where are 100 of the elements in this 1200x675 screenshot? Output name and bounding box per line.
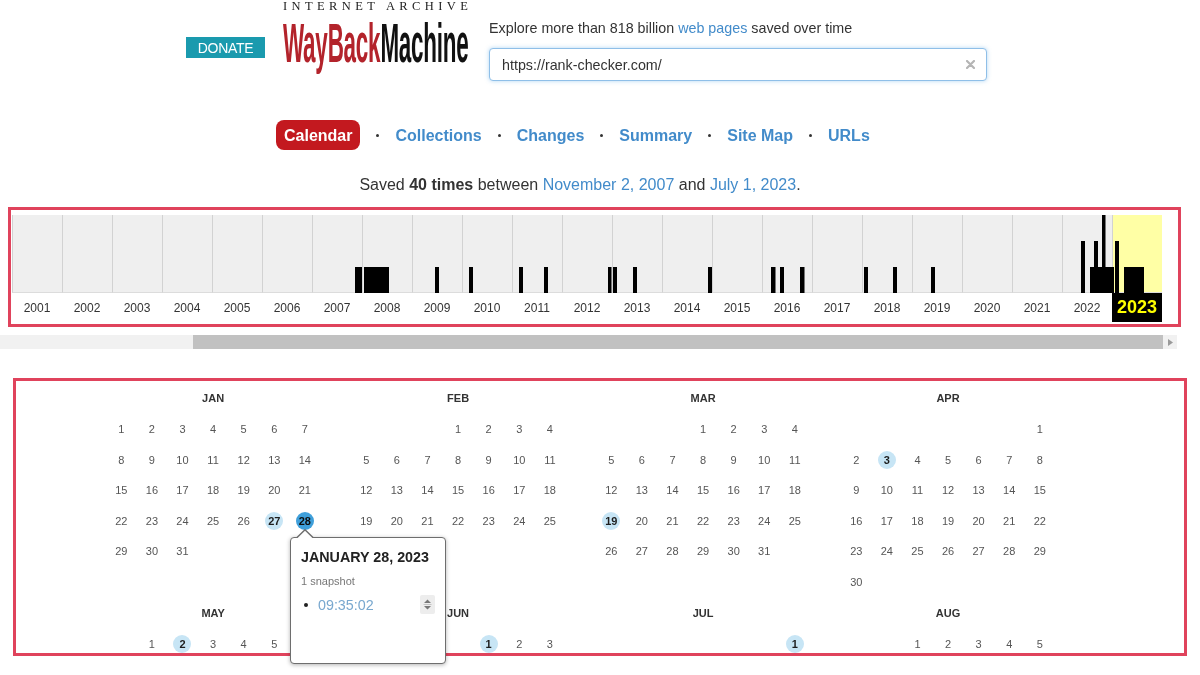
year-label[interactable]: 2022 bbox=[1073, 300, 1101, 315]
calendar-day: 6 bbox=[632, 450, 651, 469]
internet-archive-wordmark: INTERNET ARCHIVE bbox=[283, 0, 473, 12]
calendar-day: 2 bbox=[510, 635, 529, 653]
calendar-day: 23 bbox=[724, 511, 743, 530]
calendar-day: 3 bbox=[969, 635, 988, 653]
year-label[interactable]: 2010 bbox=[473, 300, 501, 315]
calendar-day: 29 bbox=[112, 542, 131, 560]
capture-summary: Saved 40 times between November 2, 2007 and July 1, 2023. bbox=[359, 176, 801, 194]
month-name: JUN bbox=[447, 607, 470, 619]
calendar-day: 4 bbox=[908, 450, 927, 469]
wayback-machine-logo[interactable]: WayBackMachine bbox=[283, 10, 469, 76]
scroll-right-arrow-icon[interactable] bbox=[1167, 338, 1173, 346]
calendar-day: 11 bbox=[785, 450, 804, 469]
calendar-day: 26 bbox=[602, 542, 621, 560]
calendar-day: 25 bbox=[785, 511, 804, 530]
scroll-arrows-icon[interactable] bbox=[420, 595, 435, 614]
calendar-day: 1 bbox=[449, 420, 468, 438]
calendar-day[interactable]: 19 bbox=[602, 511, 621, 530]
calendar-day: 8 bbox=[449, 450, 468, 469]
calendar-day: 1 bbox=[1030, 420, 1049, 438]
calendar-day: 19 bbox=[357, 511, 376, 530]
year-label[interactable]: 2014 bbox=[673, 300, 701, 315]
nav-tab[interactable]: Calendar bbox=[276, 120, 361, 150]
year-label[interactable]: 2008 bbox=[373, 300, 401, 315]
nav-tab[interactable]: URLs bbox=[828, 125, 870, 145]
calendar-day: 1 bbox=[694, 420, 713, 438]
year-label[interactable]: 2019 bbox=[923, 300, 951, 315]
year-label[interactable]: 2018 bbox=[873, 300, 901, 315]
year-label[interactable]: 2011 bbox=[524, 300, 550, 315]
calendar-day: 21 bbox=[295, 481, 314, 499]
calendar-day[interactable]: 1 bbox=[785, 635, 804, 653]
calendar-day[interactable]: 1 bbox=[479, 635, 498, 653]
tooltip-date: JANUARY 28, 2023 bbox=[301, 548, 430, 566]
calendar-day: 5 bbox=[234, 420, 253, 438]
year-label[interactable]: 2007 bbox=[323, 300, 351, 315]
calendar-day: 13 bbox=[265, 450, 284, 469]
capture-date-link[interactable]: July 1, 2023 bbox=[709, 176, 797, 193]
calendar-day: 13 bbox=[632, 481, 651, 499]
calendar-day: 13 bbox=[387, 481, 406, 499]
calendar-day: 20 bbox=[265, 481, 284, 499]
horizontal-scrollbar[interactable] bbox=[0, 335, 1177, 349]
year-label[interactable]: 2006 bbox=[273, 300, 301, 315]
calendar-day[interactable]: 2 bbox=[173, 635, 192, 653]
month-name: JAN bbox=[202, 392, 225, 404]
year-label[interactable]: 2013 bbox=[623, 300, 651, 315]
calendar-day: 17 bbox=[877, 511, 896, 530]
calendar-day: 3 bbox=[540, 635, 559, 653]
calendar-day: 2 bbox=[142, 420, 161, 438]
year-label[interactable]: 2002 bbox=[73, 300, 101, 315]
nav-tab[interactable]: Collections bbox=[395, 125, 482, 145]
nav-tab[interactable]: Summary bbox=[619, 125, 693, 145]
calendar-day: 14 bbox=[1000, 481, 1019, 499]
calendar-day: 4 bbox=[785, 420, 804, 438]
calendar-day: 22 bbox=[694, 511, 713, 530]
calendar-day: 9 bbox=[724, 450, 743, 469]
calendar-day: 25 bbox=[204, 511, 223, 530]
calendar-day: 14 bbox=[663, 481, 682, 499]
calendar-day: 10 bbox=[755, 450, 774, 469]
calendar-day: 31 bbox=[173, 542, 192, 560]
tagline-text: Explore more than 818 billion web pages saved over time bbox=[489, 19, 853, 37]
url-input[interactable]: https://rank-checker.com/ bbox=[489, 48, 987, 81]
nav-tab[interactable]: Changes bbox=[516, 125, 585, 145]
year-label[interactable]: 2021 bbox=[1023, 300, 1051, 315]
calendar-day: 3 bbox=[510, 420, 529, 438]
nav-tab[interactable]: Site Map bbox=[727, 125, 793, 145]
calendar-day: 2 bbox=[479, 420, 498, 438]
web-pages-link[interactable]: web pages bbox=[678, 20, 748, 36]
calendar-day: 16 bbox=[847, 511, 866, 530]
capture-date-link[interactable]: November 2, 2007 bbox=[542, 176, 675, 193]
year-label[interactable]: 2005 bbox=[223, 300, 251, 315]
year-label[interactable]: 2012 bbox=[573, 300, 601, 315]
scrollbar-thumb[interactable] bbox=[193, 335, 1163, 349]
clear-icon[interactable] bbox=[966, 60, 975, 69]
calendar-day: 2 bbox=[939, 635, 958, 653]
year-label[interactable]: 2009 bbox=[423, 300, 451, 315]
calendar-day: 3 bbox=[173, 420, 192, 438]
year-label[interactable]: 2004 bbox=[173, 300, 201, 315]
calendar-day[interactable]: 3 bbox=[877, 450, 896, 469]
year-label[interactable]: 2020 bbox=[973, 300, 1001, 315]
month-name: JUL bbox=[692, 607, 714, 619]
snapshot-count: 1 snapshot bbox=[301, 574, 356, 588]
bullet-icon bbox=[304, 602, 308, 607]
calendar-day[interactable]: 28 bbox=[295, 511, 314, 530]
calendar-day: 21 bbox=[1000, 511, 1019, 530]
year-label[interactable]: 2017 bbox=[823, 300, 851, 315]
year-label[interactable]: 2016 bbox=[773, 300, 801, 315]
calendar-day: 27 bbox=[969, 542, 988, 560]
calendar-day: 26 bbox=[234, 511, 253, 530]
year-label[interactable]: 2003 bbox=[123, 300, 151, 315]
year-label[interactable]: 2015 bbox=[723, 300, 751, 315]
year-label[interactable]: 2023 bbox=[1112, 293, 1162, 322]
calendar-day: 19 bbox=[234, 481, 253, 499]
calendar-day: 12 bbox=[234, 450, 253, 469]
calendar-day: 1 bbox=[908, 635, 927, 653]
calendar-day: 28 bbox=[663, 542, 682, 560]
calendar-day[interactable]: 27 bbox=[265, 511, 284, 530]
year-column[interactable] bbox=[312, 215, 362, 293]
year-label[interactable]: 2001 bbox=[23, 300, 51, 315]
calendar-day: 8 bbox=[694, 450, 713, 469]
